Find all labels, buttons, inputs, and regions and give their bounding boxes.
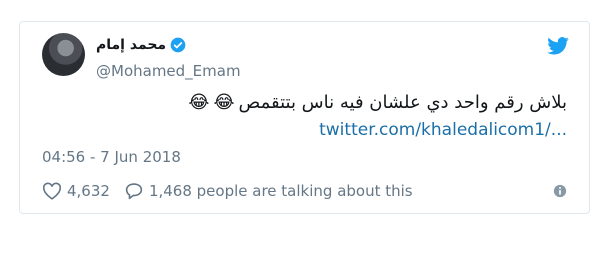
tweet-card: محمد إمام @Mohamed_Emam بلاش رقم واحد دي… [19,21,590,214]
author-handle[interactable]: @Mohamed_Emam [96,62,241,80]
tweet-text-row: بلاش رقم واحد دي علشان فيه ناس بتتقمص 😂 … [188,92,567,113]
tweet-timestamp[interactable]: 04:56 - 7 Jun 2018 [42,148,181,166]
heart-icon[interactable] [42,182,62,200]
tweet-actions: 4,632 1,468 people are talking about thi… [42,182,413,200]
tears-of-joy-emoji: 😂 [213,91,235,113]
author-row: محمد إمام [96,37,186,53]
talking-about-text[interactable]: 1,468 people are talking about this [149,182,413,200]
tears-of-joy-emoji: 😂 [188,91,210,113]
tweet-text: بلاش رقم واحد دي علشان فيه ناس بتتقمص [238,92,567,113]
tweet-link[interactable]: twitter.com/khaledalicom1/... [319,120,567,140]
avatar[interactable] [42,33,85,76]
speech-bubble-icon[interactable] [124,182,144,200]
like-count[interactable]: 4,632 [67,182,110,200]
info-icon[interactable] [553,184,567,198]
verified-badge-icon [170,37,186,53]
twitter-bird-icon[interactable] [547,37,569,55]
author-name[interactable]: محمد إمام [96,37,166,53]
